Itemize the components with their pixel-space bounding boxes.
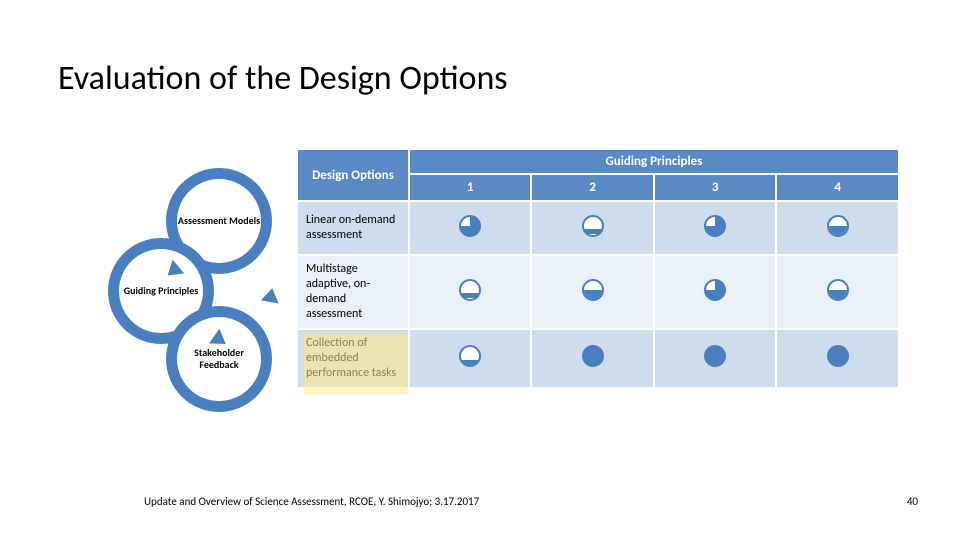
cycle-node-stakeholder-feedback: Stakeholder Feedback (166, 306, 272, 412)
rating-cell (654, 329, 777, 388)
harvey-ball-icon (704, 215, 726, 237)
harvey-ball-icon (827, 215, 849, 237)
footer-text: Update and Overview of Science Assessmen… (144, 495, 479, 508)
harvey-ball-icon (459, 215, 481, 237)
cycle-arrow-icon (261, 287, 281, 304)
rating-cell (776, 255, 899, 329)
rating-cell (531, 329, 654, 388)
harvey-ball-icon (582, 345, 604, 367)
rating-cell (409, 255, 532, 329)
harvey-ball-icon (827, 345, 849, 367)
row-label: Linear on-demand assessment (297, 201, 409, 255)
slide-title: Evaluation of the Design Options (58, 58, 508, 99)
rating-cell (776, 201, 899, 255)
cycle-diagram: Assessment Models Guiding Principles Sta… (108, 168, 298, 396)
rating-cell (409, 329, 532, 388)
rating-cell (409, 201, 532, 255)
cycle-node-label: Assessment Models (177, 215, 261, 227)
harvey-ball-icon (582, 279, 604, 301)
rating-cell (531, 255, 654, 329)
harvey-ball-icon (582, 215, 604, 237)
table-row: Collection of embedded performance tasks (297, 329, 899, 388)
harvey-ball-icon (459, 279, 481, 301)
rating-cell (531, 201, 654, 255)
rating-cell (776, 329, 899, 388)
page-number: 40 (907, 495, 918, 508)
header-col-4: 4 (776, 174, 899, 201)
header-design-options: Design Options (297, 149, 409, 201)
evaluation-table: Design Options Guiding Principles 1 2 3 … (296, 148, 900, 389)
harvey-ball-icon (704, 279, 726, 301)
header-col-3: 3 (654, 174, 777, 201)
header-col-2: 2 (531, 174, 654, 201)
table-row: Linear on-demand assessment (297, 201, 899, 255)
row-label: Multistage adaptive, on-demand assessmen… (297, 255, 409, 329)
rating-cell (654, 255, 777, 329)
cycle-node-label: Guiding Principles (119, 285, 203, 297)
header-col-1: 1 (409, 174, 532, 201)
table-row: Multistage adaptive, on-demand assessmen… (297, 255, 899, 329)
harvey-ball-icon (704, 345, 726, 367)
rating-cell (654, 201, 777, 255)
row-label-highlighted: Collection of embedded performance tasks (297, 329, 409, 388)
harvey-ball-icon (459, 345, 481, 367)
harvey-ball-icon (827, 279, 849, 301)
slide: Evaluation of the Design Options Assessm… (0, 0, 960, 540)
header-guiding-principles: Guiding Principles (409, 149, 899, 174)
